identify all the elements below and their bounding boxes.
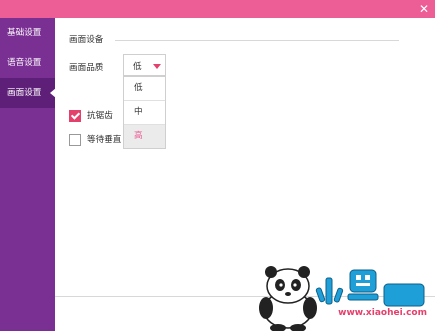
sidebar-item-audio[interactable]: 语音设置 [0, 48, 55, 78]
section-divider [115, 40, 399, 41]
sidebar-item-basic[interactable]: 基础设置 [0, 18, 55, 48]
title-bar: ✕ [0, 0, 435, 18]
quality-option-high[interactable]: 高 [124, 124, 165, 148]
vsync-label[interactable]: 等待垂直 [87, 133, 121, 145]
watermark-logo: www.xiaohei.com [238, 258, 435, 332]
quality-option-medium[interactable]: 中 [124, 100, 165, 124]
section-title: 画面设备 [69, 35, 104, 45]
close-icon[interactable]: ✕ [416, 1, 432, 17]
sidebar-item-display[interactable]: 画面设置 [0, 78, 56, 108]
quality-selected-value: 低 [133, 62, 142, 72]
watermark-url: www.xiaohei.com [338, 308, 427, 318]
quality-option-low[interactable]: 低 [124, 77, 165, 100]
vsync-checkbox[interactable] [69, 134, 81, 146]
quality-label: 画面品质 [69, 63, 104, 73]
panda-mascot-icon [259, 266, 425, 332]
quality-dropdown[interactable]: 低 [123, 54, 166, 76]
antialias-checkbox[interactable] [69, 110, 81, 122]
sidebar: 基础设置 语音设置 画面设置 [0, 18, 56, 331]
caret-down-icon [153, 64, 161, 69]
antialias-label[interactable]: 抗锯齿 [87, 109, 113, 121]
quality-options-list: 低 中 高 [123, 76, 166, 149]
